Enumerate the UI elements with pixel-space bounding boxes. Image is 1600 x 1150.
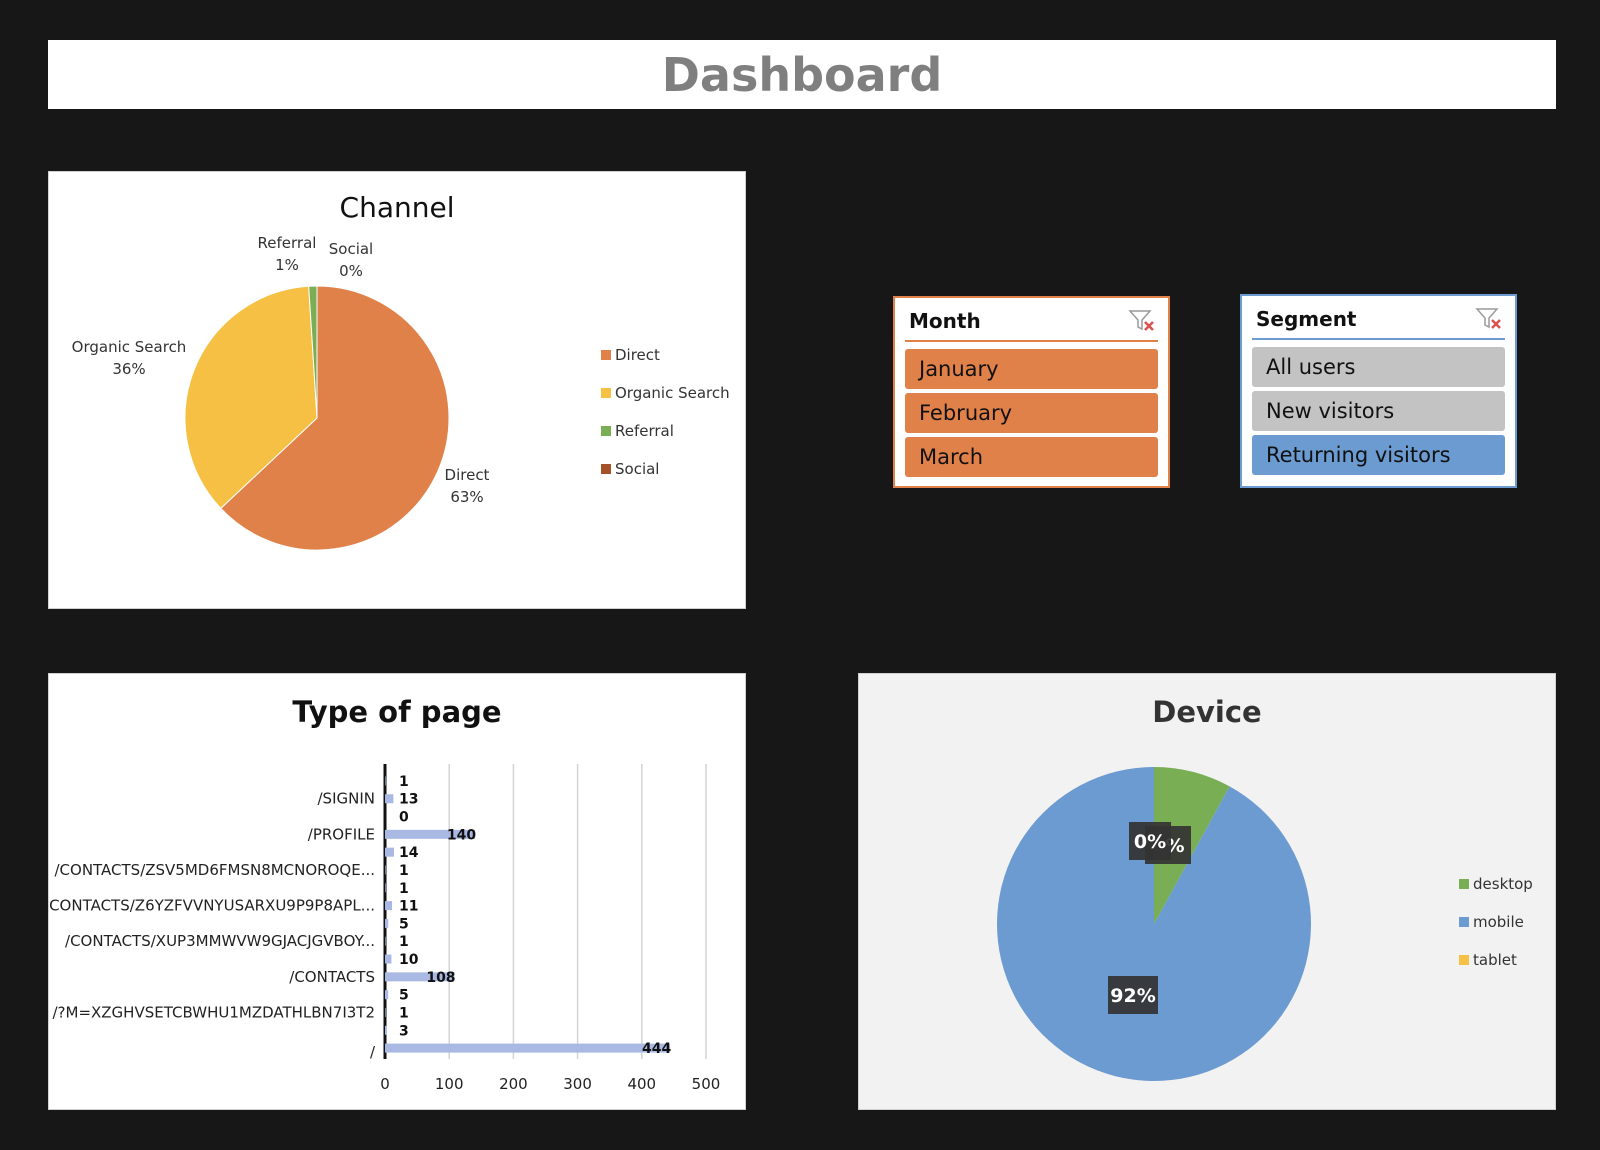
pie-label-value-organic-search: 36% bbox=[112, 360, 145, 378]
bar bbox=[385, 954, 392, 964]
legend-swatch-mobile bbox=[1459, 917, 1469, 927]
chart-title: Channel bbox=[340, 191, 455, 224]
bar-value-label: 11 bbox=[399, 899, 418, 915]
legend-label-desktop: desktop bbox=[1473, 875, 1533, 893]
bar-value-label: 10 bbox=[399, 952, 419, 968]
bar bbox=[385, 990, 389, 1000]
pie-label-name-referral: Referral bbox=[258, 234, 317, 252]
bar-value-label: 444 bbox=[642, 1041, 671, 1057]
bar bbox=[385, 794, 394, 804]
pie-label-value-social: 0% bbox=[339, 262, 363, 280]
month-slicer-title: Month bbox=[909, 309, 981, 333]
bar-value-label: 3 bbox=[399, 1023, 409, 1039]
bar-value-label: 5 bbox=[399, 916, 409, 932]
month-slicer-items: January February March bbox=[905, 349, 1158, 477]
segment-slicer-item-all-users[interactable]: All users bbox=[1252, 347, 1505, 387]
legend-label-organic-search: Organic Search bbox=[615, 384, 730, 402]
segment-slicer-header: Segment bbox=[1252, 302, 1505, 340]
x-tick-label: 500 bbox=[692, 1075, 721, 1093]
device-chart-panel: Device% 0% 92% desktop mobile tablet bbox=[858, 673, 1556, 1110]
legend-label-mobile: mobile bbox=[1473, 913, 1524, 931]
bar-value-label: 1 bbox=[399, 863, 409, 879]
pie-slice-mobile bbox=[997, 767, 1311, 1081]
legend-swatch-direct bbox=[601, 350, 611, 360]
legend-swatch-social bbox=[601, 464, 611, 474]
month-slicer-item-february[interactable]: February bbox=[905, 393, 1158, 433]
bar bbox=[385, 1043, 671, 1053]
month-slicer: Month January February March bbox=[893, 296, 1170, 488]
device-pie-chart: Device%0%92%desktopmobiletablet bbox=[997, 695, 1533, 1081]
bar bbox=[385, 776, 386, 786]
month-slicer-item-march[interactable]: March bbox=[905, 437, 1158, 477]
bar bbox=[385, 847, 394, 857]
bar bbox=[385, 936, 386, 946]
type-of-page-bar-chart: Type of page0 100 200 300 400 500113014014111… bbox=[49, 695, 721, 1093]
bar-value-label: 108 bbox=[426, 970, 455, 986]
category-label: /CONTACTS bbox=[289, 968, 375, 986]
bar-value-label: 140 bbox=[447, 827, 476, 843]
category-label: /CONTACTS/ZSV5MD6FMSN8MCNOROQE... bbox=[54, 861, 375, 879]
month-slicer-header: Month bbox=[905, 304, 1158, 342]
bar bbox=[385, 901, 393, 911]
bar bbox=[385, 883, 386, 893]
bar bbox=[385, 865, 386, 875]
bar-value-label: 1 bbox=[399, 774, 409, 790]
pie-label-name-social: Social bbox=[329, 240, 373, 258]
bar bbox=[385, 1025, 387, 1035]
pie-label-value-direct: 63% bbox=[450, 488, 483, 506]
bar-value-label: 13 bbox=[399, 792, 418, 808]
legend-label-tablet: tablet bbox=[1473, 951, 1517, 969]
segment-slicer-item-new-visitors[interactable]: New visitors bbox=[1252, 391, 1505, 431]
category-label: /CONTACTS/XUP3MMWVW9GJACJGVBOY... bbox=[65, 932, 375, 950]
bar bbox=[385, 918, 389, 928]
x-tick-label: 200 bbox=[499, 1075, 528, 1093]
dashboard-title-bar: Dashboard bbox=[48, 40, 1556, 109]
bar bbox=[385, 1007, 386, 1017]
segment-slicer-item-returning-visitors[interactable]: Returning visitors bbox=[1252, 435, 1505, 475]
legend-swatch-tablet bbox=[1459, 955, 1469, 965]
x-tick-label: 400 bbox=[627, 1075, 656, 1093]
category-label: / bbox=[370, 1043, 376, 1061]
category-label: /SIGNIN bbox=[318, 790, 376, 808]
pie-label-name-direct: Direct bbox=[445, 466, 490, 484]
channel-chart-panel: Channel Direct 63% Organic Search 36% Referra… bbox=[48, 171, 746, 609]
legend-swatch-desktop bbox=[1459, 879, 1469, 889]
dashboard-title: Dashboard bbox=[661, 47, 943, 102]
legend-label-referral: Referral bbox=[615, 422, 674, 440]
x-tick-label: 300 bbox=[563, 1075, 592, 1093]
bar-value-label: 0 bbox=[399, 810, 409, 826]
bar-value-label: 1 bbox=[399, 934, 409, 950]
category-label: /?M=XZGHVSETCBWHU1MZDATHLBN7I3T2 bbox=[52, 1003, 375, 1021]
pie-label-name-organic-search: Organic Search bbox=[72, 338, 187, 356]
legend-label-direct: Direct bbox=[615, 346, 660, 364]
bar-value-label: 5 bbox=[399, 988, 409, 1004]
month-slicer-item-january[interactable]: January bbox=[905, 349, 1158, 389]
bar-value-label: 1 bbox=[399, 1005, 409, 1021]
bar-value-label: 14 bbox=[399, 845, 419, 861]
legend-label-social: Social bbox=[615, 460, 659, 478]
legend-swatch-referral bbox=[601, 426, 611, 436]
category-label: /CONTACTS/Z6YZFVVNYUSARXU9P9P8APL... bbox=[49, 897, 375, 915]
x-tick-label: 0 bbox=[380, 1075, 390, 1093]
pie-label-value-referral: 1% bbox=[275, 256, 299, 274]
segment-slicer-title: Segment bbox=[1256, 307, 1357, 331]
category-label: /PROFILE bbox=[308, 825, 375, 843]
device-tablet-data-label: 0% bbox=[1134, 831, 1166, 853]
bar-value-label: 1 bbox=[399, 881, 409, 897]
segment-slicer-items: All users New visitors Returning visitors bbox=[1252, 347, 1505, 475]
type-of-page-chart-panel: Type of page 0 100 200 300 400 500 1 13 0 140 14 1 1 1… bbox=[48, 673, 746, 1110]
clear-filter-icon[interactable] bbox=[1128, 308, 1156, 334]
channel-pie-chart: Channel Direct 63% Organic Search 36% Referra… bbox=[72, 191, 730, 551]
legend-swatch-organic-search bbox=[601, 388, 611, 398]
x-tick-label: 100 bbox=[435, 1075, 464, 1093]
segment-slicer: Segment All users New visitors Returning v… bbox=[1240, 294, 1517, 488]
clear-filter-icon[interactable] bbox=[1475, 306, 1503, 332]
chart-title: Type of page bbox=[292, 695, 501, 729]
device-mobile-data-label: 92% bbox=[1110, 985, 1155, 1007]
chart-title: Device bbox=[1152, 695, 1261, 729]
